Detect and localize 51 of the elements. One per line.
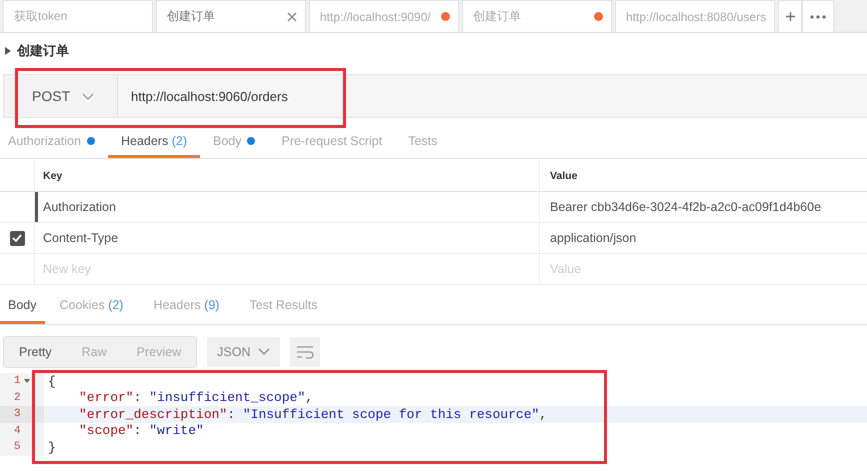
expand-icon[interactable]	[5, 46, 11, 54]
more-icon	[810, 14, 826, 18]
code-line: {	[47, 374, 56, 389]
request-section-tab[interactable]: Tests	[395, 127, 450, 158]
view-mode-button[interactable]: Preview	[122, 336, 196, 366]
code-line: "scope": "write"	[78, 423, 204, 438]
line-number: 3	[14, 408, 21, 420]
code-line: "error": "insufficient_scope",	[78, 390, 314, 406]
view-mode-button[interactable]: Raw	[66, 336, 122, 366]
plus-icon	[784, 11, 796, 22]
close-icon[interactable]	[287, 12, 297, 22]
request-section-tab[interactable]: Authorization	[0, 127, 108, 158]
response-tab[interactable]: Test Results	[234, 288, 333, 324]
line-number: 5	[14, 441, 21, 454]
response-tab[interactable]: Headers (9)	[138, 288, 234, 324]
checkbox[interactable]	[10, 230, 24, 246]
chevron-down-icon	[82, 92, 94, 100]
view-mode-button[interactable]: Pretty	[4, 336, 67, 366]
unsaved-dot-icon	[594, 12, 603, 21]
request-section-tab[interactable]: Pre-request Script	[268, 127, 396, 158]
fold-icon[interactable]	[24, 379, 30, 384]
table-cell-text: Authorization	[43, 199, 116, 216]
code-line: "error_description": "Insufficient scope for this resource",	[78, 406, 548, 422]
request-title: 创建订单	[17, 42, 69, 60]
request-section-tab[interactable]: Headers (2)	[108, 127, 200, 158]
request-tab[interactable]: 创建订单	[156, 0, 306, 32]
wrap-icon	[296, 344, 314, 358]
line-number: 4	[14, 424, 21, 437]
unsaved-dot-icon	[441, 12, 450, 21]
chevron-down-icon	[258, 348, 270, 355]
request-section-tab[interactable]: Body	[200, 127, 268, 158]
code-line: }	[47, 440, 56, 455]
table-cell-text: Bearer cbb34d6e-3024-4f2b-a2c0-ac09f1d4b60e	[549, 199, 822, 216]
request-tab[interactable]: http://localhost:8080/users	[615, 0, 776, 32]
format-dropdown[interactable]: JSON	[207, 336, 280, 366]
column-header: Key	[35, 161, 540, 191]
response-tab[interactable]: Cookies (2)	[44, 288, 138, 324]
url-field[interactable]: http://localhost:9060/orders	[118, 74, 867, 118]
line-number: 2	[14, 392, 21, 404]
request-tab[interactable]: http://localhost:9090/	[309, 0, 459, 32]
request-tab[interactable]: 创建订单	[462, 0, 612, 32]
new-tab-button[interactable]	[778, 0, 802, 32]
more-tabs-button[interactable]	[802, 0, 834, 32]
table-cell-text: application/json	[549, 230, 638, 247]
response-tab[interactable]: Body	[0, 288, 44, 324]
table-cell: Content-Type	[43, 231, 118, 245]
request-tab[interactable]: 获取token	[3, 0, 153, 32]
method-dropdown[interactable]: POST	[3, 74, 118, 118]
column-header: Value	[549, 169, 578, 184]
wrap-lines-button[interactable]	[290, 336, 320, 366]
line-number: 1	[14, 375, 21, 388]
